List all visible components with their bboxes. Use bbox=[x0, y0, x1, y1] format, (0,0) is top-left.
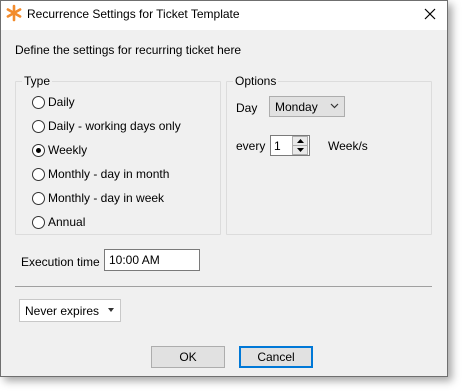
stepper-up-button[interactable] bbox=[292, 136, 308, 146]
triangle-up-icon bbox=[296, 139, 304, 143]
execution-time-label: Execution time bbox=[21, 255, 100, 269]
expiry-value: Never expires bbox=[25, 303, 100, 318]
radio-daily[interactable]: Daily bbox=[32, 95, 75, 109]
ok-button[interactable]: OK bbox=[151, 346, 225, 368]
day-select-value: Monday bbox=[275, 99, 318, 114]
radio-label: Annual bbox=[48, 215, 86, 229]
close-icon bbox=[424, 8, 436, 20]
radio-circle bbox=[32, 167, 45, 181]
triangle-down-icon bbox=[296, 148, 304, 152]
day-label: Day bbox=[236, 101, 258, 115]
dialog-footer: OK Cancel bbox=[1, 337, 447, 376]
radio-circle-checked bbox=[32, 143, 45, 157]
execution-time-value: 10:00 AM bbox=[109, 253, 160, 267]
radio-circle bbox=[32, 119, 45, 133]
radio-circle bbox=[32, 191, 45, 205]
radio-monthly-day-in-week[interactable]: Monthly - day in week bbox=[32, 191, 164, 205]
radio-label: Monthly - day in month bbox=[48, 167, 170, 181]
radio-weekly[interactable]: Weekly bbox=[32, 143, 87, 157]
radio-label: Daily - working days only bbox=[48, 119, 181, 133]
cancel-button[interactable]: Cancel bbox=[239, 346, 313, 368]
every-label: every bbox=[236, 139, 266, 153]
window-title: Recurrence Settings for Ticket Template bbox=[27, 7, 240, 21]
execution-time-input[interactable]: 10:00 AM bbox=[104, 249, 200, 271]
unit-label: Week/s bbox=[328, 139, 368, 153]
every-stepper bbox=[292, 136, 308, 155]
stepper-down-button[interactable] bbox=[292, 146, 308, 155]
asterisk-icon bbox=[6, 4, 22, 22]
title-bar[interactable]: Recurrence Settings for Ticket Template bbox=[1, 1, 447, 30]
type-group-legend: Type bbox=[22, 74, 53, 88]
expiry-dropdown[interactable]: Never expires bbox=[19, 299, 121, 322]
radio-circle bbox=[32, 215, 45, 229]
triangle-down-icon bbox=[108, 308, 114, 312]
radio-label: Monthly - day in week bbox=[48, 191, 165, 205]
options-group-legend: Options bbox=[233, 74, 279, 88]
radio-circle bbox=[32, 95, 45, 109]
every-value: 1 bbox=[274, 138, 281, 153]
radio-monthly-day-in-month[interactable]: Monthly - day in month bbox=[32, 167, 169, 181]
radio-daily-working-days[interactable]: Daily - working days only bbox=[32, 119, 181, 133]
separator bbox=[15, 286, 432, 287]
type-group: Type Daily Daily - working days only Wee… bbox=[15, 74, 221, 235]
close-button[interactable] bbox=[415, 1, 445, 27]
recurrence-dialog: Recurrence Settings for Ticket Template … bbox=[0, 0, 448, 377]
radio-label: Daily bbox=[48, 95, 75, 109]
radio-annual[interactable]: Annual bbox=[32, 215, 85, 229]
dialog-description: Define the settings for recurring ticket… bbox=[15, 43, 242, 57]
chevron-down-icon bbox=[330, 103, 339, 109]
radio-label: Weekly bbox=[48, 143, 88, 157]
day-select[interactable]: Monday bbox=[269, 96, 345, 117]
